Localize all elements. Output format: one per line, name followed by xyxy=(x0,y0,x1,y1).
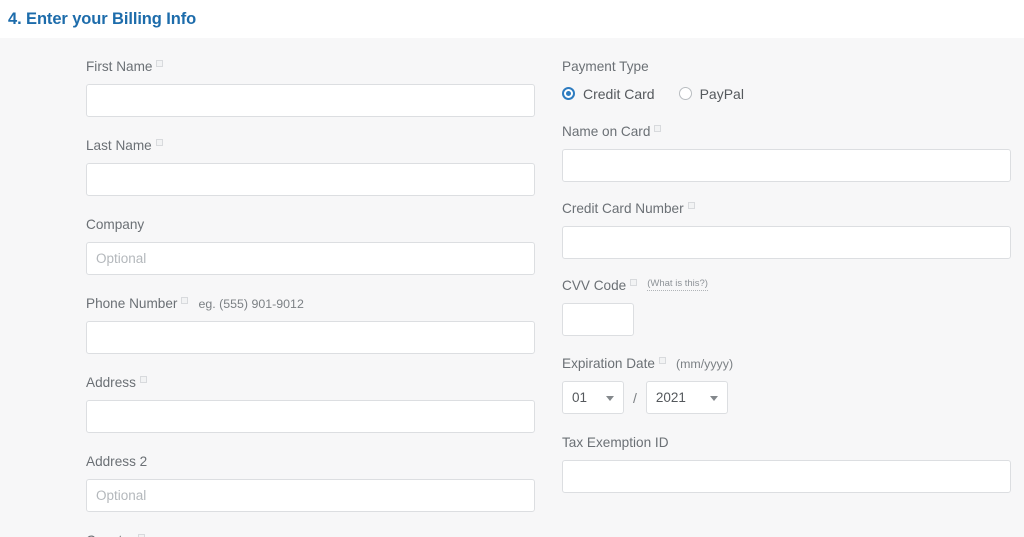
address-2-input[interactable] xyxy=(86,479,535,512)
radio-credit-card-icon[interactable] xyxy=(562,87,575,100)
billing-right-column: Payment Type Credit Card PayPal Name on … xyxy=(562,38,1011,493)
field-first-name: First Name xyxy=(86,38,535,117)
required-asterisk-icon xyxy=(687,202,695,209)
field-payment-type: Payment Type Credit Card PayPal xyxy=(562,38,1011,110)
first-name-input[interactable] xyxy=(86,84,535,117)
payment-type-radio-group: Credit Card PayPal xyxy=(562,77,1011,110)
field-label: Name on Card xyxy=(562,124,651,139)
radio-option-credit-card[interactable]: Credit Card xyxy=(562,86,655,102)
field-cvv-code: CVV Code (What is this?) xyxy=(562,259,1011,336)
field-company-label-row: Company xyxy=(86,214,535,235)
required-asterisk-icon xyxy=(654,125,662,132)
expiration-month-value: 01 xyxy=(572,390,588,405)
radio-option-paypal[interactable]: PayPal xyxy=(678,85,744,102)
field-label: CVV Code xyxy=(562,278,627,293)
field-phone-number-label-row: Phone Number eg. (555) 901-9012 xyxy=(86,293,535,314)
expiration-month-select[interactable]: 01 xyxy=(562,381,624,414)
radio-paypal-icon[interactable] xyxy=(678,87,692,100)
field-last-name-label-row: Last Name xyxy=(86,135,535,156)
page-title: 4. Enter your Billing Info xyxy=(8,9,197,28)
field-label: First Name xyxy=(86,59,153,74)
required-asterisk-icon xyxy=(181,297,189,304)
required-asterisk-icon xyxy=(630,279,638,286)
field-address-2: Address 2 xyxy=(86,433,535,512)
address-input[interactable] xyxy=(86,400,535,433)
billing-left-column: First Name Last Name Company Phone Numbe… xyxy=(86,38,535,537)
chevron-down-icon xyxy=(606,395,614,401)
billing-info-form: First Name Last Name Company Phone Numbe… xyxy=(0,38,1024,537)
company-input[interactable] xyxy=(86,242,535,275)
required-asterisk-icon xyxy=(155,139,163,146)
field-label: Company xyxy=(86,217,145,232)
radio-label: PayPal xyxy=(699,85,744,102)
field-address-2-label-row: Address 2 xyxy=(86,451,535,472)
field-label: Tax Exemption ID xyxy=(562,435,669,450)
field-company: Company xyxy=(86,196,535,275)
required-asterisk-icon xyxy=(658,357,666,364)
field-label: Address xyxy=(86,375,136,390)
field-label: Address 2 xyxy=(86,454,148,469)
page-header: 4. Enter your Billing Info xyxy=(0,0,1024,38)
field-first-name-label-row: First Name xyxy=(86,56,535,77)
field-phone-number: Phone Number eg. (555) 901-9012 xyxy=(86,275,535,354)
field-label: Credit Card Number xyxy=(562,201,684,216)
field-label: Expiration Date xyxy=(562,356,655,371)
field-name-on-card: Name on Card xyxy=(562,110,1011,182)
cvv-code-input[interactable] xyxy=(562,303,634,336)
field-last-name: Last Name xyxy=(86,117,535,196)
field-expiration-date: Expiration Date (mm/yyyy) 01 / 2021 xyxy=(562,336,1011,414)
field-cvv-code-label-row: CVV Code (What is this?) xyxy=(562,275,1011,296)
tax-exemption-id-input[interactable] xyxy=(562,460,1011,493)
expiration-date-selects: 01 / 2021 xyxy=(562,381,1011,414)
last-name-input[interactable] xyxy=(86,163,535,196)
field-country-label-row: Country xyxy=(86,530,535,537)
cvv-help-link[interactable]: (What is this?) xyxy=(647,278,708,291)
field-credit-card-number-label-row: Credit Card Number xyxy=(562,198,1011,219)
required-asterisk-icon xyxy=(156,60,164,67)
field-credit-card-number: Credit Card Number xyxy=(562,182,1011,259)
expiration-date-separator: / xyxy=(633,389,637,406)
phone-number-hint: eg. (555) 901-9012 xyxy=(198,297,304,311)
expiration-date-hint: (mm/yyyy) xyxy=(675,357,734,371)
expiration-year-select[interactable]: 2021 xyxy=(645,381,728,414)
field-label: Phone Number xyxy=(86,296,178,311)
radio-label: Credit Card xyxy=(583,85,655,102)
field-tax-exemption-id-label-row: Tax Exemption ID xyxy=(562,432,1011,453)
field-country: Country xyxy=(86,512,535,537)
field-payment-type-label-row: Payment Type xyxy=(562,56,1011,77)
field-expiration-date-label-row: Expiration Date (mm/yyyy) xyxy=(562,353,1011,374)
field-address-label-row: Address xyxy=(86,372,535,393)
phone-number-input[interactable] xyxy=(86,321,535,354)
field-address: Address xyxy=(86,354,535,433)
expiration-year-value: 2021 xyxy=(655,390,686,405)
name-on-card-input[interactable] xyxy=(562,149,1011,182)
field-label: Payment Type xyxy=(562,59,649,74)
field-name-on-card-label-row: Name on Card xyxy=(562,121,1011,142)
field-label: Last Name xyxy=(86,138,152,153)
credit-card-number-input[interactable] xyxy=(562,226,1011,259)
chevron-down-icon xyxy=(709,395,718,401)
field-label: Country xyxy=(86,530,134,537)
required-asterisk-icon xyxy=(139,376,147,383)
field-tax-exemption-id: Tax Exemption ID xyxy=(562,414,1011,493)
